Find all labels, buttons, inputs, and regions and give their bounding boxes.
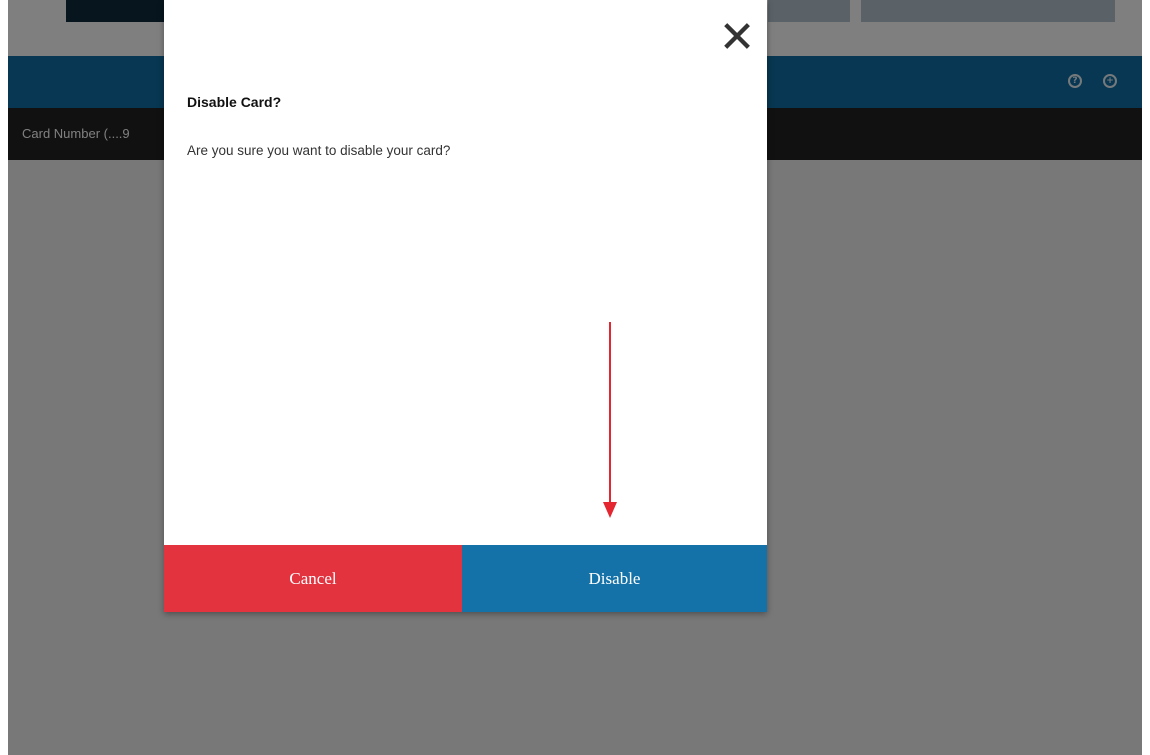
disable-card-dialog: ✕ Disable Card? Are you sure you want to… — [164, 0, 767, 612]
dialog-title: Disable Card? — [187, 94, 282, 110]
screen: ? + Card Number (....9 ✕ Disable Card? A… — [8, 0, 1142, 755]
close-icon[interactable]: ✕ — [715, 16, 759, 60]
annotation-arrow-head-icon — [603, 502, 617, 518]
dialog-message: Are you sure you want to disable your ca… — [187, 143, 451, 158]
annotation-arrow-line — [609, 322, 611, 506]
cancel-button[interactable]: Cancel — [164, 545, 462, 612]
dialog-button-row: Cancel Disable — [164, 545, 767, 612]
disable-button[interactable]: Disable — [462, 545, 767, 612]
